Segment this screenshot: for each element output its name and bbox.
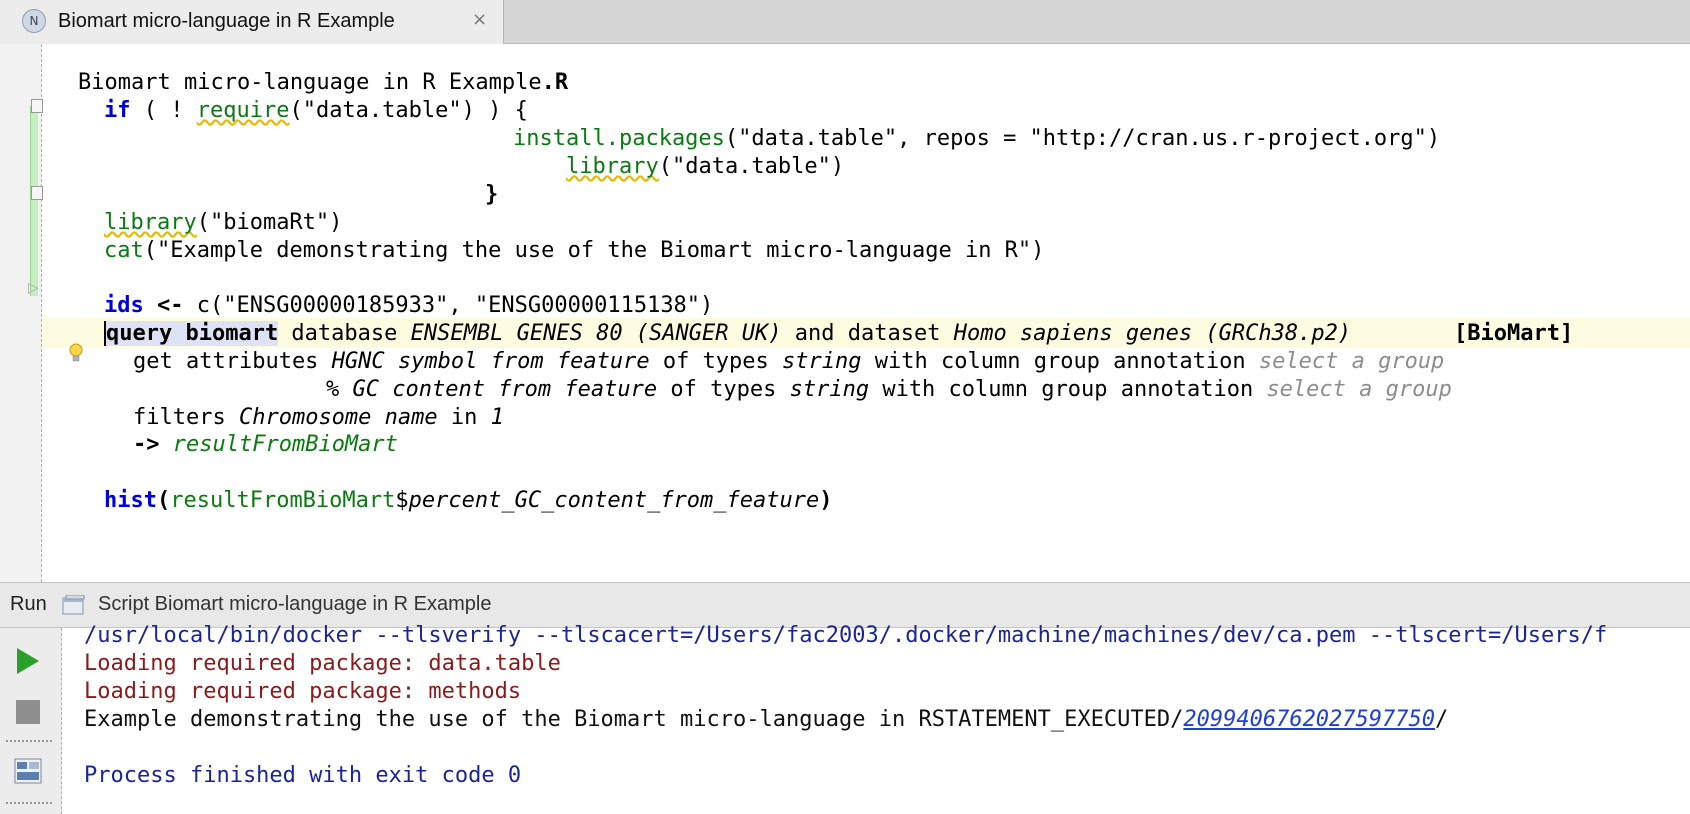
require-function: require <box>196 98 290 123</box>
console-output-line: Example demonstrating the use of the Bio… <box>84 706 1448 734</box>
if-condition-open: ( ! <box>130 98 197 123</box>
hist-close-paren: ) <box>819 488 833 513</box>
code-line-title: Biomart micro-language in R Example.R <box>78 68 568 98</box>
closing-brace: } <box>485 182 499 207</box>
code-line-query: query biomart database ENSEMBL GENES 80 … <box>104 319 1351 349</box>
run-label[interactable]: Run <box>10 593 47 616</box>
dollar-operator: $ <box>395 488 409 513</box>
code-line-attribute-gc: % GC content from feature of types strin… <box>326 375 1452 405</box>
console-stderr-line: Loading required package: data.table <box>84 651 561 676</box>
of-types-word: of types <box>657 377 790 402</box>
library-dt-arg: ("data.table") <box>658 154 845 179</box>
install-function: install.packages <box>513 126 725 151</box>
console-command-line: /usr/local/bin/docker --tlsverify --tlsc… <box>84 623 1608 648</box>
code-line-install: install.packages("data.table", repos = "… <box>513 124 1440 154</box>
run-config-title[interactable]: Script Biomart micro-language in R Examp… <box>98 593 492 616</box>
select-group-placeholder[interactable]: select a group <box>1266 377 1451 402</box>
ids-value: c("ENSG00000185933", "ENSG00000115138") <box>196 293 714 318</box>
database-name[interactable]: ENSEMBL GENES 80 (SANGER UK) <box>411 321 782 346</box>
select-group-placeholder[interactable]: select a group <box>1259 349 1444 374</box>
lightbulb-icon[interactable] <box>68 343 84 363</box>
tab-biomart-example[interactable]: N Biomart micro-language in R Example × <box>0 0 504 44</box>
editor-gutter: ▷ <box>0 44 43 582</box>
stop-icon[interactable] <box>16 700 40 724</box>
ids-variable: ids <box>104 293 144 318</box>
code-line-ids: ids <- c("ENSG00000185933", "ENSG0000011… <box>104 291 713 321</box>
code-line-hist: hist(resultFromBioMart$percent_GC_conten… <box>104 486 833 516</box>
query-biomart-keyword[interactable]: query biomart <box>104 321 279 346</box>
cat-function: cat <box>104 238 144 263</box>
hist-open-paren: ( <box>156 488 171 513</box>
console-toolbar <box>0 628 62 814</box>
tab-title: Biomart micro-language in R Example <box>58 10 395 32</box>
hist-result-variable: resultFromBioMart <box>170 488 396 513</box>
library-function: library <box>566 154 659 179</box>
console-output-tail: / <box>1435 707 1449 732</box>
database-word: database <box>278 321 411 346</box>
with-group-word: with column group annotation <box>861 349 1259 374</box>
result-arrow: -> <box>133 432 160 457</box>
dataset-name[interactable]: Homo sapiens genes (GRCh38.p2) <box>954 321 1351 346</box>
code-line-library-biomart: library("biomaRt") <box>104 208 342 238</box>
code-line-if: if ( ! require("data.table") ) { <box>104 96 528 126</box>
filter-value[interactable]: 1 <box>491 405 504 430</box>
cat-arg: ("Example demonstrating the use of the B… <box>143 238 1045 263</box>
file-type-icon: N <box>22 9 46 33</box>
console-stderr-line: Loading required package: methods <box>84 679 522 704</box>
code-line-attributes: get attributes HGNC symbol from feature … <box>133 347 1444 377</box>
rerun-play-icon[interactable] <box>17 648 39 674</box>
hist-function: hist <box>104 488 157 513</box>
in-word: in <box>437 405 491 430</box>
console-output-text: Example demonstrating the use of the Bio… <box>84 707 1184 732</box>
fold-start-icon[interactable] <box>31 99 43 113</box>
result-variable[interactable]: resultFromBioMart <box>173 432 398 457</box>
statement-link[interactable]: 2099406762027597750 <box>1183 707 1435 732</box>
file-title: Biomart micro-language in R Example <box>78 70 542 95</box>
console-output[interactable]: /usr/local/bin/docker --tlsverify --tlsc… <box>62 623 1690 814</box>
install-args: ("data.table", repos = "http://cran.us.r… <box>724 126 1441 151</box>
close-tab-icon[interactable]: × <box>472 9 487 30</box>
get-attributes-word: get attributes <box>133 349 332 374</box>
code-editor[interactable]: ▷ Biomart micro-language in R Example.R … <box>0 44 1690 582</box>
layout-icon[interactable] <box>14 758 42 784</box>
if-keyword: if <box>104 98 131 123</box>
toolbar-separator <box>6 802 52 804</box>
filters-word: filters <box>133 405 239 430</box>
code-line-filters: filters Chromosome name in 1 <box>133 403 504 433</box>
attribute-hgnc[interactable]: HGNC symbol from feature <box>332 349 650 374</box>
biomart-tag: [BioMart] <box>1454 321 1574 346</box>
code-line-result: -> resultFromBioMart <box>133 430 398 460</box>
hist-field[interactable]: percent_GC_content_from_feature <box>409 488 820 513</box>
library-function: library <box>104 210 197 235</box>
collapsed-arrow-icon[interactable]: ▷ <box>28 280 39 296</box>
of-types-word: of types <box>649 349 783 374</box>
with-group-word: with column group annotation <box>869 377 1267 402</box>
file-extension: .R <box>541 70 569 95</box>
toolbar-separator <box>6 740 52 742</box>
code-line-cat: cat("Example demonstrating the use of th… <box>104 236 1044 266</box>
and-dataset-word: and dataset <box>781 321 954 346</box>
console-window-icon <box>62 595 85 615</box>
type-string[interactable]: string <box>790 377 869 402</box>
attribute-gc-content[interactable]: % GC content from feature <box>326 377 657 402</box>
change-marker <box>30 106 38 296</box>
assign-operator: <- <box>143 293 197 318</box>
code-line-library-dt: library("data.table") <box>566 152 844 182</box>
require-arg: ("data.table") ) { <box>289 98 528 123</box>
editor-tab-bar: N Biomart micro-language in R Example × <box>0 0 1690 44</box>
type-string[interactable]: string <box>782 349 861 374</box>
filter-name[interactable]: Chromosome name <box>239 405 438 430</box>
console-exit-line: Process finished with exit code 0 <box>84 763 522 788</box>
library-biomart-arg: ("biomaRt") <box>196 210 343 235</box>
fold-end-icon[interactable] <box>31 186 43 200</box>
